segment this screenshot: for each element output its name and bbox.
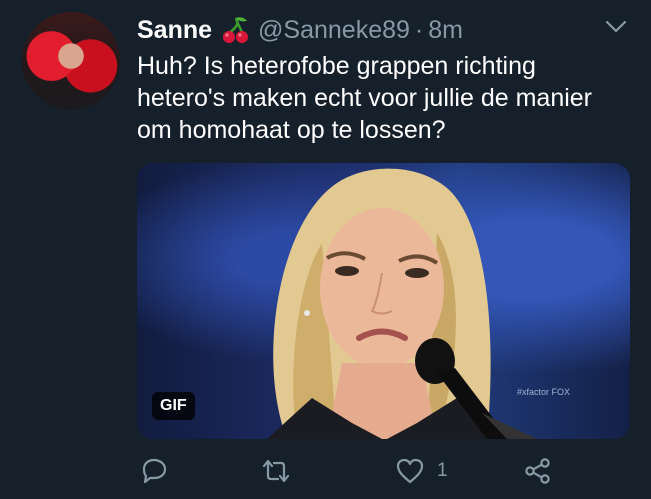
like-button[interactable]: 1 (395, 456, 448, 486)
tweet-header: Sanne @Sanneke89 · 8m (137, 10, 463, 50)
gif-frame-image: #xfactor FOX (267, 168, 570, 439)
chevron-down-icon[interactable] (605, 20, 627, 34)
share-icon (525, 458, 550, 484)
tweet-text-line: Huh? Is heterofobe grappen richting (137, 52, 536, 80)
watermark-text: #xfactor FOX (517, 387, 570, 397)
retweet-button[interactable] (261, 456, 291, 486)
gif-media[interactable]: #xfactor FOX (137, 163, 630, 439)
tweet-text-line: om homohaat op te lossen? (137, 116, 446, 144)
tweet[interactable]: Sanne @Sanneke89 · 8m Huh? Is heterofobe… (0, 0, 651, 499)
cherries-emoji-icon (223, 17, 249, 43)
separator-dot: · (414, 15, 424, 44)
tweet-text-line: hetero's maken echt voor jullie de manie… (137, 84, 593, 112)
display-name[interactable]: Sanne (137, 16, 212, 45)
share-button[interactable] (523, 456, 553, 486)
heart-icon (396, 458, 424, 484)
reply-button[interactable] (139, 456, 169, 486)
tweet-actions: 1 (137, 456, 630, 492)
like-count: 1 (437, 460, 448, 481)
user-handle[interactable]: @Sanneke89 (258, 16, 410, 45)
tweet-text: Huh? Is heterofobe grappen richting hete… (137, 50, 637, 146)
gif-badge: GIF (152, 392, 195, 420)
avatar[interactable] (22, 12, 120, 110)
timestamp[interactable]: 8m (428, 16, 463, 45)
reply-icon (142, 458, 167, 484)
retweet-icon (262, 459, 290, 483)
